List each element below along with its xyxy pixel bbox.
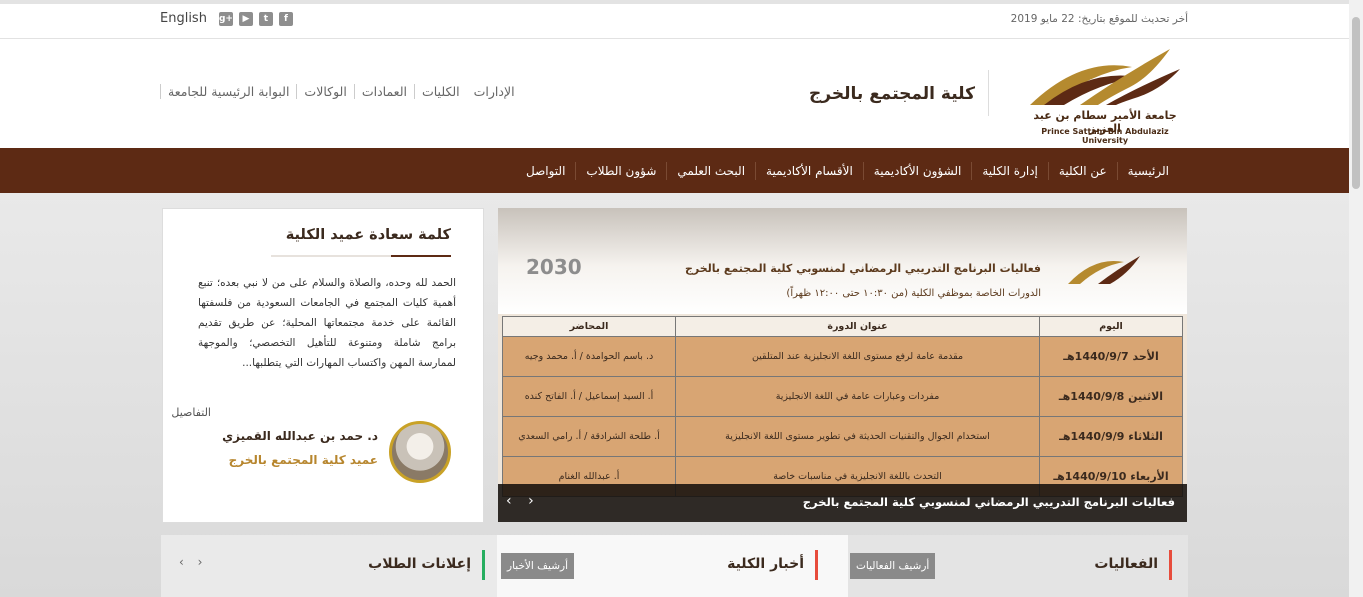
slide-subtitle: الدورات الخاصة بموظفي الكلية (من ١٠:٣٠ ح… [786, 288, 1041, 299]
table-header: عنوان الدورة [675, 316, 1040, 337]
announcements-arrows: ‹ › [179, 555, 207, 569]
nav-about[interactable]: عن الكلية [1047, 161, 1117, 180]
dean-message-panel: كلمة سعادة عميد الكلية الحمد لله وحده، و… [162, 208, 484, 523]
news-title: أخبار الكلية [727, 556, 804, 572]
top-bar: English g+ ▶ t f أخر تحديث للموقع بتاريخ… [0, 4, 1349, 39]
slider-next-arrow-icon[interactable]: › [528, 493, 540, 509]
events-archive-button[interactable]: أرشيف الفعاليات [850, 553, 936, 579]
site-header: البوابة الرئيسية للجامعة الوكالات العماد… [0, 39, 1349, 148]
main-nav: الرئيسية عن الكلية إدارة الكلية الشؤون ا… [0, 148, 1349, 193]
slide-schedule-table: اليوم عنوان الدورة المحاضر الأحد 1440/9/… [502, 316, 1183, 497]
english-link[interactable]: English [160, 11, 207, 26]
link-agencies[interactable]: الوكالات [296, 84, 353, 99]
slide-header-banner: 2030 فعاليات البرنامج التدريبي الرمضاني … [498, 208, 1187, 314]
dean-name: د. حمد بن عبدالله القميزي [222, 429, 378, 443]
events-title: الفعاليات [1094, 556, 1158, 572]
link-administrations[interactable]: الإدارات [467, 84, 522, 99]
slide-title: فعاليات البرنامج التدريبي الرمضاني لمنسو… [684, 262, 1041, 275]
twitter-icon[interactable]: t [258, 11, 273, 26]
events-section: أرشيف الفعاليات الفعاليات [848, 535, 1188, 597]
table-row: الاثنين 1440/9/8هـ مفردات وعبارات عامة ف… [502, 376, 1183, 417]
bottom-sections: ‹ › إعلانات الطلاب أرشيف الأخبار أخبار ا… [161, 535, 1188, 597]
slider-caption[interactable]: فعاليات البرنامج التدريبي الرمضاني لمنسو… [803, 495, 1175, 509]
facebook-icon[interactable]: f [278, 11, 293, 26]
nav-administration[interactable]: إدارة الكلية [971, 161, 1048, 180]
prev-arrow-icon[interactable]: ‹ [179, 555, 189, 569]
nav-contact[interactable]: التواصل [516, 162, 575, 180]
vision-2030-logo: 2030 [526, 255, 582, 279]
slider-arrows: ‹ › [506, 493, 540, 509]
table-header: المحاضر [502, 316, 676, 337]
link-university-portal[interactable]: البوابة الرئيسية للجامعة [160, 84, 296, 99]
dean-title-underline [271, 255, 451, 257]
events-accent-bar [1169, 550, 1172, 580]
last-update-text: أخر تحديث للموقع بتاريخ: 22 مايو 2019 [1010, 13, 1188, 25]
college-name[interactable]: كلية المجتمع بالخرج [790, 84, 975, 104]
slider-prev-arrow-icon[interactable]: ‹ [506, 493, 518, 509]
nav-home[interactable]: الرئيسية [1116, 161, 1179, 180]
dean-avatar [389, 421, 451, 483]
nav-academic-affairs[interactable]: الشؤون الأكاديمية [862, 161, 972, 180]
googleplus-icon[interactable]: g+ [218, 11, 233, 26]
slider-caption-bar: فعاليات البرنامج التدريبي الرمضاني لمنسو… [498, 484, 1187, 522]
scrollbar-thumb[interactable] [1352, 17, 1360, 189]
youtube-icon[interactable]: ▶ [238, 11, 253, 26]
dean-message-text: الحمد لله وحده، والصلاة والسلام على من ل… [198, 277, 456, 369]
header-divider [988, 70, 989, 116]
logo-emblem-icon [1030, 49, 1180, 105]
link-deanships[interactable]: العمادات [353, 84, 414, 99]
announcements-title: إعلانات الطلاب [368, 556, 471, 572]
page-scrollbar[interactable] [1349, 0, 1363, 597]
nav-research[interactable]: البحث العلمي [666, 161, 755, 180]
nav-student-affairs[interactable]: شؤون الطلاب [575, 161, 666, 180]
dean-role: عميد كلية المجتمع بالخرج [228, 453, 378, 467]
news-accent-bar [815, 550, 818, 580]
logo-text-en: Prince Sattam Bin Abdulaziz University [1041, 127, 1169, 145]
table-row: الأحد 1440/9/7هـ مقدمة عامة لرفع مستوى ا… [502, 336, 1183, 377]
table-row: الثلاثاء 1440/9/9هـ استخدام الجوال والتق… [502, 416, 1183, 457]
header-links: البوابة الرئيسية للجامعة الوكالات العماد… [160, 84, 530, 99]
nav-departments[interactable]: الأقسام الأكاديمية [755, 161, 863, 180]
slide-university-logo-icon [1068, 256, 1140, 284]
dean-details-link[interactable]: التفاصيل [151, 406, 211, 419]
news-slider[interactable]: 2030 فعاليات البرنامج التدريبي الرمضاني … [498, 208, 1187, 522]
next-arrow-icon[interactable]: › [198, 555, 208, 569]
dean-panel-title: كلمة سعادة عميد الكلية [285, 227, 451, 243]
social-links: English g+ ▶ t f [160, 11, 293, 26]
link-colleges[interactable]: الكليات [413, 84, 467, 99]
news-section: أرشيف الأخبار أخبار الكلية [497, 535, 848, 597]
university-logo[interactable]: جامعة الأمير سطام بن عبد العزيز Prince S… [1020, 47, 1190, 145]
table-header: اليوم [1039, 316, 1183, 337]
news-archive-button[interactable]: أرشيف الأخبار [501, 553, 574, 579]
announcements-accent-bar [482, 550, 485, 580]
announcements-section: ‹ › إعلانات الطلاب [161, 535, 497, 597]
